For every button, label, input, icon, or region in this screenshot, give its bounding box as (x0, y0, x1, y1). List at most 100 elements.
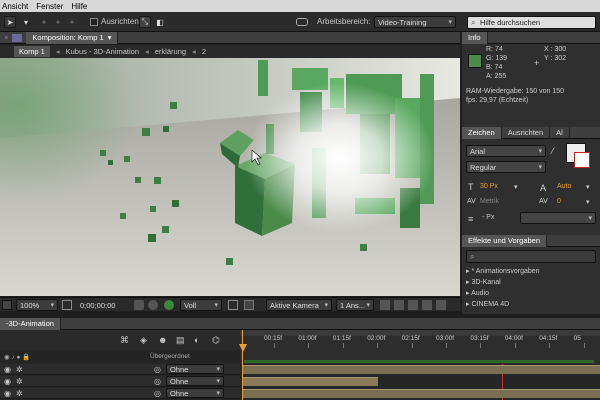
align-label: Ausrichten (101, 17, 139, 26)
comp-icon (12, 33, 23, 42)
pin-tool-icon[interactable]: ✦ (38, 16, 50, 28)
menu-ansicht[interactable]: Ansicht (0, 2, 34, 11)
effects-item-presets[interactable]: ▸ * Animationsvorgaben (466, 267, 540, 275)
effects-search-input[interactable]: ⌕ (466, 250, 596, 263)
layer-duration-bar[interactable] (243, 365, 600, 374)
fast-previews-icon[interactable] (394, 300, 404, 310)
show-channel-icon[interactable] (148, 300, 158, 310)
time-tick-label: 04:00f (504, 335, 523, 342)
visibility-icon[interactable]: ◉ (4, 365, 11, 374)
motion-blur-icon[interactable]: ◐ (194, 335, 199, 345)
effects-item-cinema4d[interactable]: ▸ CINEMA 4D (466, 300, 509, 308)
tab-al[interactable]: Al (550, 126, 570, 139)
help-search-input[interactable]: ⌕ Hilfe durchsuchen (467, 16, 596, 29)
parent-column-label: Übergeordnet (150, 353, 190, 360)
tracking-value[interactable]: 0 (557, 198, 561, 205)
effects-item-3d[interactable]: ▸ 3D-Kanal (466, 278, 501, 286)
layer-duration-bar[interactable] (243, 377, 378, 386)
kerning-value[interactable]: Metrik (480, 198, 499, 205)
time-tick-label: 03:00f (436, 335, 455, 342)
font-size-value[interactable]: 30 Px (480, 183, 498, 190)
menu-hilfe[interactable]: Hilfe (69, 2, 93, 11)
pin-tool-2-icon[interactable]: ✦ (52, 16, 64, 28)
tab-effects[interactable]: Effekte und Vorgaben (462, 234, 548, 247)
color-channel-icon[interactable] (164, 300, 174, 310)
crosshair-icon: + (534, 58, 540, 68)
font-size-icon: T (468, 182, 474, 192)
menu-bar: Ansicht Fenster Hilfe (0, 0, 600, 12)
eyedropper-icon[interactable]: ⁄ (552, 146, 554, 156)
font-select[interactable]: Arial (466, 145, 546, 157)
always-preview-icon[interactable] (2, 300, 12, 310)
parent-spiral-icon[interactable]: ◎ (154, 389, 161, 398)
layer-row[interactable]: ◉ ✲ ◎ Ohne (0, 364, 240, 375)
safe-zones-icon[interactable] (62, 300, 72, 310)
tab-ausrichten[interactable]: Ausrichten (502, 126, 551, 139)
view-layout-select[interactable]: 1 Ans... (336, 299, 374, 311)
breadcrumb-item[interactable]: Komp 1 (14, 46, 50, 57)
selection-tool-icon[interactable]: ➤ (4, 16, 16, 28)
kerning-icon: AV (467, 198, 476, 205)
breadcrumb-item[interactable]: erklärung (155, 47, 186, 56)
time-tick-label: 02:00f (367, 335, 386, 342)
leading-value[interactable]: Auto (557, 183, 571, 190)
info-x: X : 300 (544, 46, 567, 53)
render-bar (244, 360, 594, 363)
snapshot-icon[interactable] (134, 300, 144, 310)
visibility-icon[interactable]: ◉ (4, 377, 11, 386)
workspace-select[interactable]: Video-Training (374, 16, 456, 28)
draft-3d-icon[interactable]: ◈ (140, 335, 147, 346)
tab-zeichen[interactable]: Zeichen (462, 126, 502, 139)
flowchart-icon[interactable] (422, 300, 432, 310)
time-tick-label: 01:15f (332, 335, 351, 342)
effects-item-audio[interactable]: ▸ Audio (466, 289, 489, 297)
info-b: B: 74 (486, 64, 503, 71)
time-tick (342, 343, 344, 348)
parent-select[interactable]: Ohne (166, 376, 224, 386)
parent-select[interactable]: Ohne (166, 388, 224, 398)
info-ram: RAM-Wiedergabe: 150 von 150 (466, 88, 565, 95)
panel-close-icon[interactable]: × (0, 33, 12, 42)
zoom-select[interactable]: 100% (16, 299, 58, 311)
comp-mini-flowchart-icon[interactable]: ⌘ (120, 335, 129, 346)
info-a: A: 255 (486, 73, 507, 80)
parent-spiral-icon[interactable]: ◎ (154, 377, 161, 386)
region-of-interest-icon[interactable] (228, 300, 238, 310)
layer-duration-bar[interactable] (243, 389, 600, 398)
frame-blending-icon[interactable]: ▤ (176, 335, 185, 346)
timecode[interactable]: 0;00;00;00 (80, 301, 115, 310)
visibility-icon[interactable]: ◉ (4, 389, 11, 398)
align-checkbox[interactable] (90, 18, 98, 26)
font-style-select[interactable]: Regular (466, 161, 546, 173)
stroke-color-swatch[interactable] (574, 152, 590, 168)
graph-editor-icon[interactable]: ⌬ (212, 335, 220, 346)
exposure-icon[interactable] (436, 300, 446, 310)
camera-select[interactable]: Aktive Kamera (266, 299, 332, 311)
shy-icon[interactable]: ☻ (158, 335, 167, 345)
resolution-select[interactable]: Voll (180, 299, 222, 311)
composition-viewer[interactable] (0, 58, 460, 296)
breadcrumb-item[interactable]: Kubus - 3D-Animation (66, 47, 139, 56)
layer-row[interactable]: ◉ ✲ ◎ Ohne (0, 388, 240, 399)
info-g: G: 139 (486, 55, 508, 62)
toggle-pixel-aspect-icon[interactable] (380, 300, 390, 310)
viewer-controls: 100% 0;00;00;00 Voll Aktive Kamera 1 Ans… (0, 297, 460, 311)
parent-spiral-icon[interactable]: ◎ (154, 365, 161, 374)
time-tick (377, 343, 379, 348)
timeline-toggle-icon[interactable] (408, 300, 418, 310)
layer-row[interactable]: ◉ ✲ ◎ Ohne (0, 376, 240, 387)
tab-info[interactable]: Info (462, 31, 488, 44)
breadcrumb-item[interactable]: 2 (202, 47, 206, 56)
transparency-grid-icon[interactable] (244, 300, 254, 310)
tab-timeline[interactable]: -3D-Animation (0, 317, 61, 330)
menu-fenster[interactable]: Fenster (34, 2, 69, 11)
stroke-width-value[interactable]: - Px (482, 214, 494, 221)
tab-composition[interactable]: Komposition: Komp 1 ▾ (26, 31, 119, 44)
tool-options-icon[interactable]: ▾ (20, 16, 32, 28)
snap-icon[interactable]: ⤡ (139, 16, 151, 28)
pin-tool-3-icon[interactable]: ✦ (66, 16, 78, 28)
parent-select[interactable]: Ohne (166, 364, 224, 374)
time-tick (411, 343, 413, 348)
stroke-style-select[interactable] (520, 212, 596, 224)
snap-options-icon[interactable]: ◧ (154, 16, 166, 28)
